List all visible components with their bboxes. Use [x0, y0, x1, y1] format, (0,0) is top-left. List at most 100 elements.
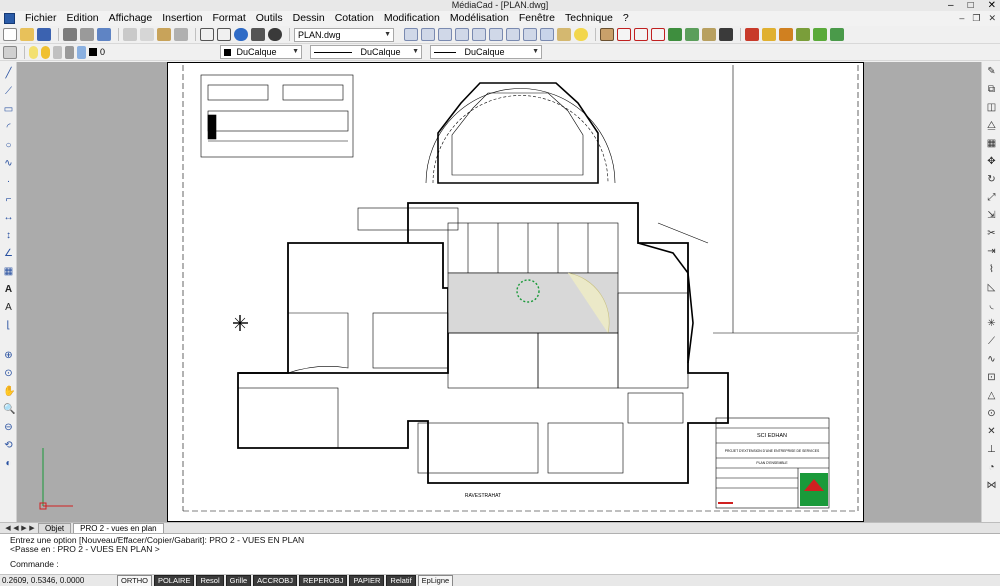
tab-objet[interactable]: Objet [38, 523, 72, 533]
minimize-icon[interactable]: – [948, 0, 954, 11]
check-green-icon[interactable] [813, 28, 827, 41]
leader-tool-icon[interactable]: ⌊ [3, 320, 14, 331]
rectangle-tool-icon[interactable]: ▭ [3, 104, 14, 115]
edit-polyline-icon[interactable]: ⟋ [986, 336, 997, 347]
erase-icon[interactable]: ✎ [986, 66, 997, 77]
text-tool-icon[interactable]: A [3, 284, 14, 295]
print-preview-icon[interactable] [80, 28, 94, 41]
save-icon[interactable] [37, 28, 51, 41]
tab-last-icon[interactable]: ▶ [28, 524, 36, 532]
drawing-select[interactable]: PLAN.dwg ▼ [294, 27, 394, 42]
fillet-icon[interactable]: ◟ [986, 300, 997, 311]
zoom-in-icon[interactable]: 🔍 [3, 404, 15, 415]
doc-minimize-icon[interactable]: – [959, 13, 964, 24]
layers-manager-icon[interactable] [3, 45, 17, 59]
angle-tool-icon[interactable]: ∠ [3, 248, 14, 259]
scale-icon[interactable]: ⤢ [986, 192, 997, 203]
rotate-icon[interactable]: ↻ [986, 174, 997, 185]
tool-h-icon[interactable] [523, 28, 537, 41]
menu-format[interactable]: Format [208, 11, 251, 26]
pan-hand-icon[interactable]: ✋ [3, 386, 15, 397]
match-properties-icon[interactable] [174, 28, 188, 41]
lineweight-select[interactable]: DuCalque ▼ [430, 45, 542, 59]
tool-g-icon[interactable] [506, 28, 520, 41]
multiline-text-icon[interactable]: A [3, 302, 14, 313]
publish-icon[interactable] [97, 28, 111, 41]
command-line[interactable]: Entrez une option [Nouveau/Effacer/Copie… [0, 533, 1000, 574]
pan-icon[interactable] [234, 28, 248, 41]
cut-icon[interactable] [123, 28, 137, 41]
tab-next-icon[interactable]: ▶ [20, 524, 28, 532]
copy-object-icon[interactable]: ⧉ [986, 84, 997, 95]
menu-insertion[interactable]: Insertion [157, 11, 207, 26]
point-tool-icon[interactable]: · [3, 176, 14, 187]
image-icon[interactable] [685, 28, 699, 41]
new-file-icon[interactable] [3, 28, 17, 41]
menu-technique[interactable]: Technique [560, 11, 618, 26]
close-icon[interactable]: ✕ [988, 0, 996, 11]
command-prompt[interactable]: Commande : [10, 560, 990, 569]
array-icon[interactable]: ▦ [986, 138, 997, 149]
edit-spline-icon[interactable]: ∿ [986, 354, 997, 365]
layer-name[interactable]: 0 [100, 47, 220, 57]
lock-icon[interactable] [53, 45, 62, 59]
zoom-out-icon[interactable]: ⊖ [3, 422, 14, 433]
move-icon[interactable]: ✥ [986, 156, 997, 167]
layers-yellow-icon[interactable] [762, 28, 776, 41]
layers-orange-icon[interactable] [779, 28, 793, 41]
tab-pro2-vues-en-plan[interactable]: PRO 2 - vues en plan [73, 523, 164, 533]
circle-tool-icon[interactable]: ○ [3, 140, 14, 151]
stretch-icon[interactable]: ⇲ [986, 210, 997, 221]
pencil-icon[interactable] [251, 28, 265, 41]
tool-a-icon[interactable] [404, 28, 418, 41]
bulb-icon[interactable] [29, 45, 38, 59]
doc-close-icon[interactable]: ✕ [988, 13, 996, 24]
render-icon[interactable] [268, 28, 282, 41]
linetype-select[interactable]: DuCalque ▼ [310, 45, 422, 59]
green-tool-icon[interactable] [668, 28, 682, 41]
maximize-icon[interactable]: □ [968, 0, 974, 11]
sun-icon[interactable] [41, 45, 50, 59]
snap-intersection-icon[interactable]: ✕ [986, 426, 997, 437]
tool-b-icon[interactable] [421, 28, 435, 41]
mirror-icon[interactable]: ◫ [986, 102, 997, 113]
line-tool-icon[interactable]: ╱ [3, 68, 14, 79]
undo-icon[interactable] [200, 28, 214, 41]
snap-nearest-icon[interactable]: ⋈ [986, 480, 997, 491]
snap-tangent-icon[interactable]: ◔ [986, 462, 997, 473]
cross-tool-icon[interactable] [702, 28, 716, 41]
resol-toggle[interactable]: Resol [196, 574, 224, 586]
trim-icon[interactable]: ✂ [986, 228, 997, 239]
menu-fenetre[interactable]: Fenêtre [514, 11, 560, 26]
print-icon[interactable] [63, 28, 77, 41]
grid-green-icon[interactable] [830, 28, 844, 41]
dimension-tool-icon[interactable]: ↔ [3, 212, 14, 223]
menu-affichage[interactable]: Affichage [104, 11, 158, 26]
redo-icon[interactable] [217, 28, 231, 41]
menu-outils[interactable]: Outils [251, 11, 288, 26]
copy-icon[interactable] [140, 28, 154, 41]
spline-tool-icon[interactable]: ∿ [3, 158, 14, 169]
dimension-vertical-icon[interactable]: ↕ [3, 230, 14, 241]
menu-dessin[interactable]: Dessin [288, 11, 330, 26]
tool-e-icon[interactable] [472, 28, 486, 41]
menu-fichier[interactable]: Fichier [20, 11, 62, 26]
render-shade-icon[interactable]: ◐ [3, 458, 14, 469]
offset-icon[interactable]: ⧋ [986, 120, 997, 131]
reperobj-toggle[interactable]: REPEROBJ [299, 574, 348, 586]
block-red3-icon[interactable] [651, 28, 665, 41]
explode-icon[interactable]: ✳ [986, 318, 997, 329]
grille-toggle[interactable]: Grille [225, 574, 252, 586]
orbit-icon[interactable]: ⟲ [3, 440, 14, 451]
polyline-tool-icon[interactable]: ⌐ [3, 194, 14, 205]
zoom-window-icon[interactable]: ⊙ [3, 368, 14, 379]
color-select[interactable]: DuCalque ▼ [220, 45, 302, 59]
open-folder-icon[interactable] [20, 28, 34, 41]
menu-cotation[interactable]: Cotation [330, 11, 379, 26]
paste-icon[interactable] [157, 28, 171, 41]
tool-f-icon[interactable] [489, 28, 503, 41]
construction-line-icon[interactable]: ⟋ [3, 86, 14, 97]
tool-c-icon[interactable] [438, 28, 452, 41]
block-red-icon[interactable] [617, 28, 631, 41]
chamfer-icon[interactable]: ◺ [986, 282, 997, 293]
